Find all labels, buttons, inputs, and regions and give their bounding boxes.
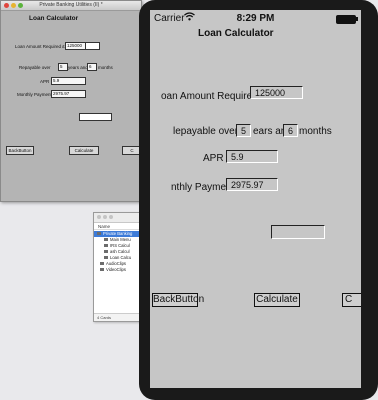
outline-close-button[interactable]	[97, 215, 101, 219]
audio-icon	[100, 262, 104, 266]
iphone-screen: Carrier 8:29 PM Loan Calculator oan Amou…	[150, 10, 361, 388]
outline-row-label: VideoClips	[106, 267, 126, 272]
apr-field[interactable]: 5.9	[226, 150, 278, 163]
outline-zoom-button[interactable]	[109, 215, 113, 219]
monthly-payment-label: nthly Payment	[171, 182, 235, 193]
stack-icon	[97, 232, 101, 236]
battery-tip	[356, 17, 358, 21]
card-icon	[104, 238, 108, 242]
back-button[interactable]: BackButton	[152, 293, 204, 307]
status-time: 8:29 PM	[236, 13, 275, 24]
bg-heading: Loan Calculator	[29, 15, 79, 22]
outline-minimize-button[interactable]	[103, 215, 107, 219]
empty-field[interactable]	[271, 225, 325, 239]
card-icon	[104, 256, 108, 260]
bg-months-field[interactable]: 6	[87, 63, 97, 71]
outline-column-header[interactable]: Name	[94, 223, 144, 230]
page-title: Loan Calculator	[198, 28, 274, 39]
outline-row-label: Main Menu	[110, 237, 131, 242]
outline-row-label: Loan Calcu	[110, 255, 132, 260]
outline-row-label: AudioClips	[106, 261, 127, 266]
monthly-payment-field[interactable]: 2975.97	[226, 178, 278, 191]
zoom-window-button[interactable]	[18, 3, 23, 8]
outline-titlebar[interactable]	[94, 213, 144, 223]
bg-calculate-button[interactable]: Calculate	[69, 146, 99, 155]
bg-apr-label: APR	[40, 79, 50, 84]
loan-amount-field[interactable]: 125000	[250, 86, 303, 99]
bg-loan-label: Loan Amount Required £	[15, 44, 65, 49]
bg-back-button[interactable]: BackButton	[6, 146, 34, 155]
outline-row-label: ash Calcul	[110, 249, 130, 254]
bg-payment-label: Monthly Payment	[17, 92, 52, 97]
bg-loan-field-extra[interactable]	[85, 42, 100, 50]
outline-row-label: IRS Calcul	[110, 243, 130, 248]
card-icon	[104, 244, 108, 248]
battery-icon	[336, 15, 356, 24]
years-field[interactable]: 5	[236, 124, 251, 137]
outline-row-label: Private Banking	[103, 231, 133, 236]
minimize-window-button[interactable]	[11, 3, 16, 8]
bg-months-label: months	[98, 65, 113, 70]
bg-years-field[interactable]: 5	[58, 63, 68, 71]
outline-footer: 4 Cards	[94, 313, 144, 321]
bg-apr-field[interactable]: 5.9	[51, 77, 86, 85]
loan-calculator-editor-window: Private Banking Utilities (II) * Loan Ca…	[0, 0, 142, 202]
third-button[interactable]: C	[342, 293, 361, 307]
status-bar: Carrier 8:29 PM	[150, 10, 361, 28]
bg-years-label: years and	[68, 65, 88, 70]
card-icon	[104, 250, 108, 254]
stack-outline-window: Name Private Banking Main Menu IRS Calcu…	[93, 212, 147, 322]
bg-repay-label: Repayable over	[19, 65, 51, 70]
bg-loan-field[interactable]: 125000	[65, 42, 86, 50]
close-window-button[interactable]	[4, 3, 9, 8]
repayable-over-label: lepayable over	[173, 126, 239, 137]
bg-empty-field[interactable]	[79, 113, 112, 121]
months-field[interactable]: 6	[283, 124, 298, 137]
apr-label: APR	[203, 153, 224, 164]
calculate-button[interactable]: Calculate	[254, 293, 300, 307]
bg-payment-field[interactable]: 2975.97	[51, 90, 86, 98]
window-title: Private Banking Utilities (II) *	[39, 2, 103, 8]
months-label: months	[299, 126, 332, 137]
video-icon	[100, 268, 104, 272]
